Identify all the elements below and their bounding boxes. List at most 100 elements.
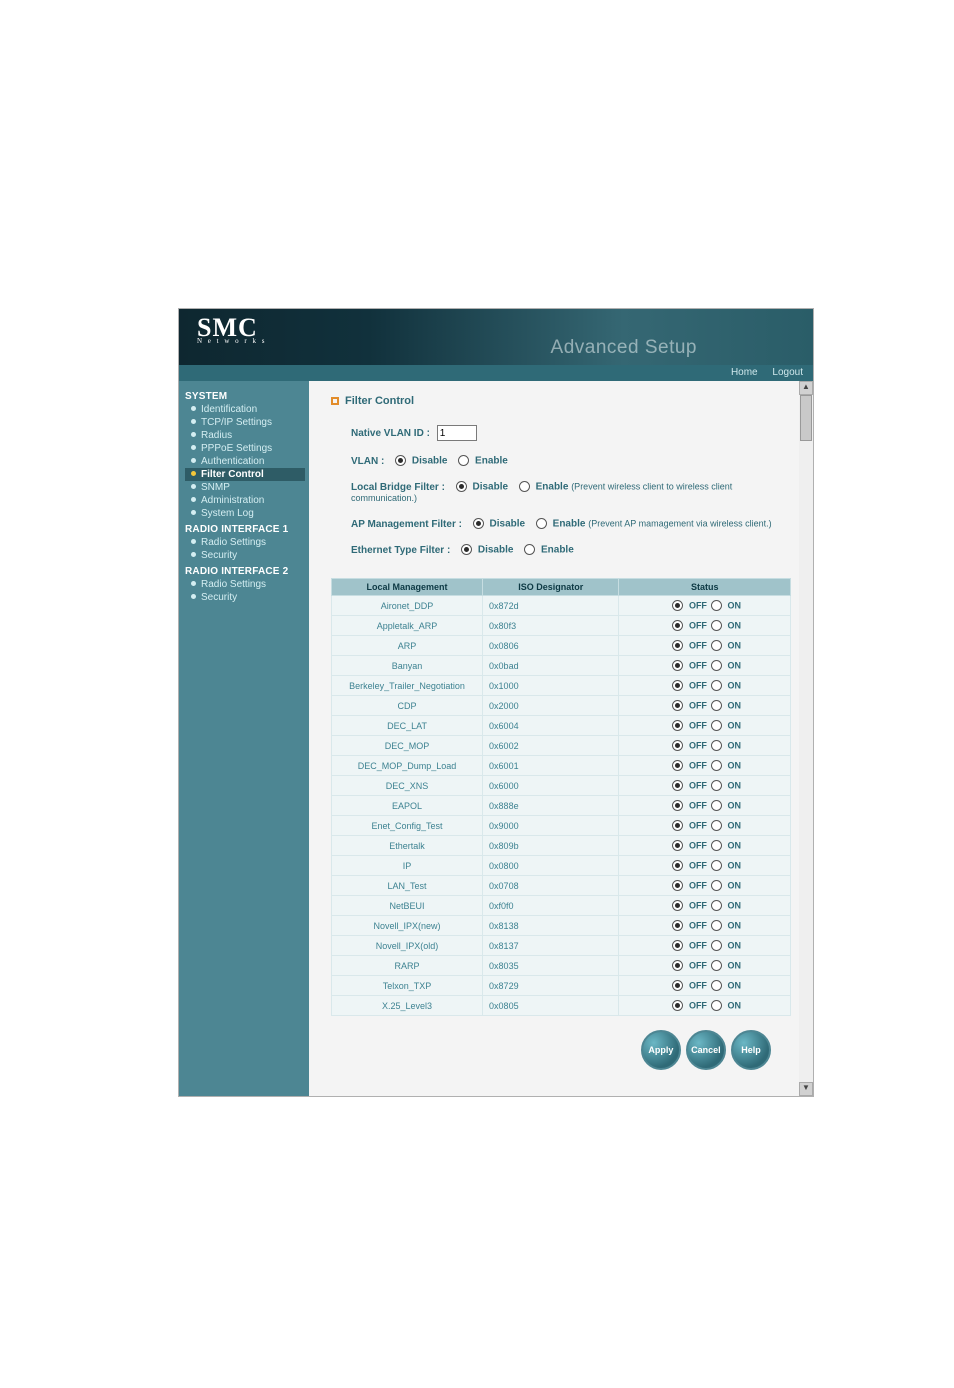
scroll-up-icon[interactable]: ▲: [799, 381, 813, 395]
status-off-text: OFF: [689, 880, 707, 890]
vlan-enable-radio[interactable]: [458, 455, 469, 466]
cancel-button[interactable]: Cancel: [686, 1030, 726, 1070]
ap-mgmt-disable-radio[interactable]: [473, 518, 484, 529]
eth-filter-disable-radio[interactable]: [461, 544, 472, 555]
status-off-radio[interactable]: [672, 740, 683, 751]
bullet-icon: [191, 471, 196, 476]
sidebar-item[interactable]: Security: [185, 549, 305, 562]
sidebar-item[interactable]: Administration: [185, 494, 305, 507]
native-vlan-input[interactable]: [437, 425, 477, 441]
sidebar-item-label: SNMP: [201, 482, 230, 493]
status-off-radio[interactable]: [672, 700, 683, 711]
status-off-radio[interactable]: [672, 620, 683, 631]
status-on-radio[interactable]: [711, 600, 722, 611]
status-on-radio[interactable]: [711, 760, 722, 771]
status-off-radio[interactable]: [672, 840, 683, 851]
status-off-radio[interactable]: [672, 940, 683, 951]
status-on-radio[interactable]: [711, 900, 722, 911]
col-status: Status: [619, 579, 791, 596]
status-on-radio[interactable]: [711, 720, 722, 731]
eth-filter-enable-radio[interactable]: [524, 544, 535, 555]
sidebar-item[interactable]: Identification: [185, 403, 305, 416]
status-on-text: ON: [727, 640, 741, 650]
cell-status: OFF ON: [619, 636, 791, 656]
status-on-text: ON: [727, 660, 741, 670]
status-off-radio[interactable]: [672, 820, 683, 831]
status-on-radio[interactable]: [711, 820, 722, 831]
cell-status: OFF ON: [619, 716, 791, 736]
status-off-radio[interactable]: [672, 600, 683, 611]
status-off-radio[interactable]: [672, 800, 683, 811]
vlan-enable-text: Enable: [475, 456, 508, 467]
local-bridge-enable-radio[interactable]: [519, 481, 530, 492]
status-off-radio[interactable]: [672, 900, 683, 911]
status-on-radio[interactable]: [711, 660, 722, 671]
status-off-radio[interactable]: [672, 660, 683, 671]
status-off-radio[interactable]: [672, 640, 683, 651]
cell-status: OFF ON: [619, 816, 791, 836]
sidebar-item[interactable]: Authentication: [185, 455, 305, 468]
help-button[interactable]: Help: [731, 1030, 771, 1070]
home-link[interactable]: Home: [731, 367, 758, 378]
sidebar-item[interactable]: Radio Settings: [185, 578, 305, 591]
apply-button[interactable]: Apply: [641, 1030, 681, 1070]
eth-filter-enable-text: Enable: [541, 545, 574, 556]
cell-iso: 0x0806: [483, 636, 619, 656]
bullet-icon: [191, 552, 196, 557]
scroll-track[interactable]: [799, 395, 813, 1082]
local-bridge-disable-radio[interactable]: [456, 481, 467, 492]
ap-mgmt-enable-radio[interactable]: [536, 518, 547, 529]
sidebar-item[interactable]: SNMP: [185, 481, 305, 494]
status-on-text: ON: [727, 700, 741, 710]
status-on-radio[interactable]: [711, 780, 722, 791]
status-on-radio[interactable]: [711, 700, 722, 711]
status-off-radio[interactable]: [672, 720, 683, 731]
cell-iso: 0x0800: [483, 856, 619, 876]
status-on-radio[interactable]: [711, 940, 722, 951]
status-on-radio[interactable]: [711, 980, 722, 991]
status-on-radio[interactable]: [711, 1000, 722, 1011]
status-on-radio[interactable]: [711, 640, 722, 651]
status-off-radio[interactable]: [672, 980, 683, 991]
status-off-radio[interactable]: [672, 680, 683, 691]
sidebar-item-label: Administration: [201, 495, 264, 506]
status-on-radio[interactable]: [711, 920, 722, 931]
status-on-radio[interactable]: [711, 960, 722, 971]
status-off-radio[interactable]: [672, 1000, 683, 1011]
sidebar-item[interactable]: TCP/IP Settings: [185, 416, 305, 429]
status-on-radio[interactable]: [711, 740, 722, 751]
scrollbar[interactable]: ▲ ▼: [799, 381, 813, 1096]
sidebar-item[interactable]: Filter Control: [185, 468, 305, 481]
status-off-text: OFF: [689, 700, 707, 710]
status-on-radio[interactable]: [711, 840, 722, 851]
status-on-radio[interactable]: [711, 860, 722, 871]
status-off-radio[interactable]: [672, 780, 683, 791]
scroll-down-icon[interactable]: ▼: [799, 1082, 813, 1096]
sidebar-item[interactable]: PPPoE Settings: [185, 442, 305, 455]
ap-mgmt-disable-text: Disable: [490, 519, 526, 530]
status-on-radio[interactable]: [711, 680, 722, 691]
logout-link[interactable]: Logout: [772, 367, 803, 378]
status-off-radio[interactable]: [672, 880, 683, 891]
status-on-radio[interactable]: [711, 800, 722, 811]
cell-status: OFF ON: [619, 736, 791, 756]
sidebar-item[interactable]: System Log: [185, 507, 305, 520]
status-off-radio[interactable]: [672, 920, 683, 931]
sidebar-item[interactable]: Security: [185, 591, 305, 604]
status-off-radio[interactable]: [672, 960, 683, 971]
bullet-icon: [191, 419, 196, 424]
row-ap-mgmt: AP Management Filter : Disable Enable (P…: [351, 518, 791, 530]
status-off-radio[interactable]: [672, 860, 683, 871]
row-local-bridge: Local Bridge Filter : Disable Enable (Pr…: [351, 481, 791, 504]
ap-mgmt-label: AP Management Filter :: [351, 519, 462, 530]
status-on-radio[interactable]: [711, 620, 722, 631]
sidebar-item[interactable]: Radio Settings: [185, 536, 305, 549]
status-off-radio[interactable]: [672, 760, 683, 771]
vlan-disable-radio[interactable]: [395, 455, 406, 466]
scroll-thumb[interactable]: [800, 395, 812, 441]
status-on-text: ON: [727, 840, 741, 850]
sidebar-item[interactable]: Radius: [185, 429, 305, 442]
row-eth-filter: Ethernet Type Filter : Disable Enable: [351, 544, 791, 556]
status-on-radio[interactable]: [711, 880, 722, 891]
table-row: LAN_Test0x0708 OFF ON: [332, 876, 791, 896]
